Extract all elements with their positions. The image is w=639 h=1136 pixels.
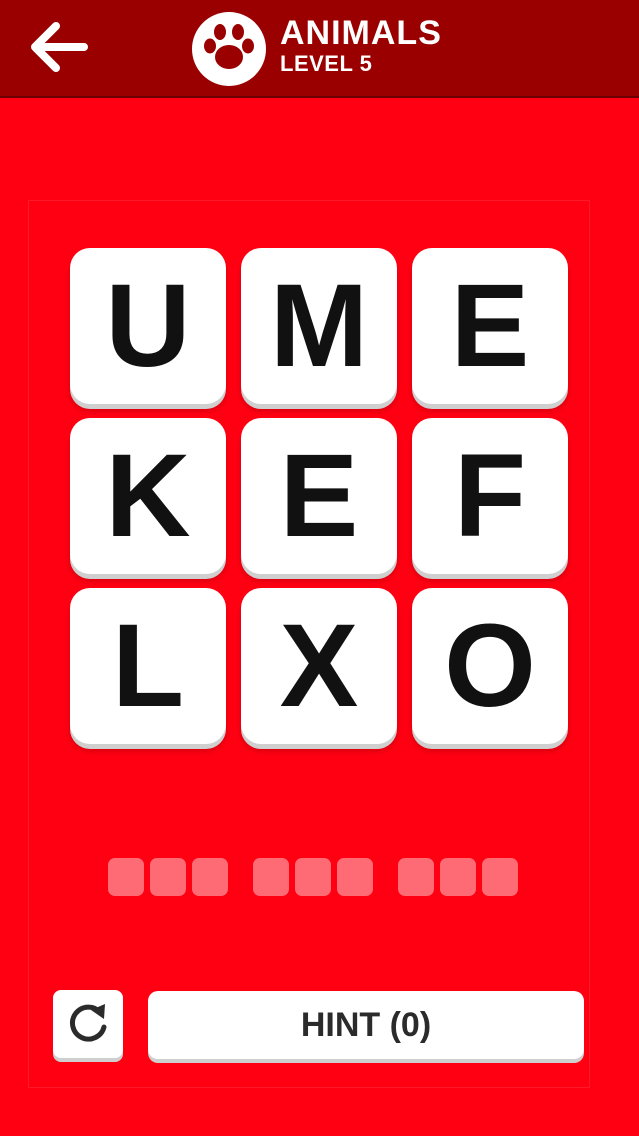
answer-slot[interactable]	[192, 858, 228, 896]
arrow-left-icon	[31, 22, 88, 72]
tile-letter: E	[450, 260, 530, 392]
answer-word	[108, 858, 228, 896]
hint-button[interactable]: HINT (0)	[148, 991, 584, 1059]
tile-letter: O	[444, 600, 536, 732]
letter-tile[interactable]: K	[70, 418, 226, 574]
tile-letter: X	[279, 600, 359, 732]
tile-letter: U	[105, 260, 191, 392]
answer-slot[interactable]	[337, 858, 373, 896]
answer-slot[interactable]	[150, 858, 186, 896]
answer-slot[interactable]	[482, 858, 518, 896]
top-bar: ANIMALS LEVEL 5	[0, 0, 639, 98]
refresh-icon	[70, 1004, 107, 1042]
answer-slot[interactable]	[440, 858, 476, 896]
tile-letter: E	[279, 430, 359, 562]
tile-letter: F	[453, 430, 527, 562]
hint-label: HINT (0)	[300, 1005, 432, 1044]
letter-tile[interactable]: M	[241, 248, 397, 404]
answer-slot[interactable]	[108, 858, 144, 896]
reset-button[interactable]	[53, 990, 123, 1058]
answer-word	[253, 858, 373, 896]
tile-letter: K	[105, 430, 191, 562]
answer-slot[interactable]	[295, 858, 331, 896]
letter-tile[interactable]: E	[241, 418, 397, 574]
letter-tile[interactable]: L	[70, 588, 226, 744]
level-label: LEVEL 5	[280, 51, 373, 76]
back-button[interactable]	[24, 16, 94, 78]
answer-slot[interactable]	[253, 858, 289, 896]
answer-word	[398, 858, 518, 896]
letter-tile[interactable]: E	[412, 248, 568, 404]
letter-tile[interactable]: U	[70, 248, 226, 404]
answer-slot[interactable]	[398, 858, 434, 896]
tile-letter: M	[269, 260, 369, 392]
letter-tile[interactable]: F	[412, 418, 568, 574]
category-title: ANIMALS	[280, 14, 442, 52]
letter-grid: U M E K E F L X O	[70, 248, 568, 744]
letter-tile[interactable]: X	[241, 588, 397, 744]
paw-icon	[204, 24, 254, 69]
tile-letter: L	[111, 600, 185, 732]
letter-tile[interactable]: O	[412, 588, 568, 744]
answer-slots	[108, 858, 518, 896]
category-badge	[192, 12, 266, 86]
